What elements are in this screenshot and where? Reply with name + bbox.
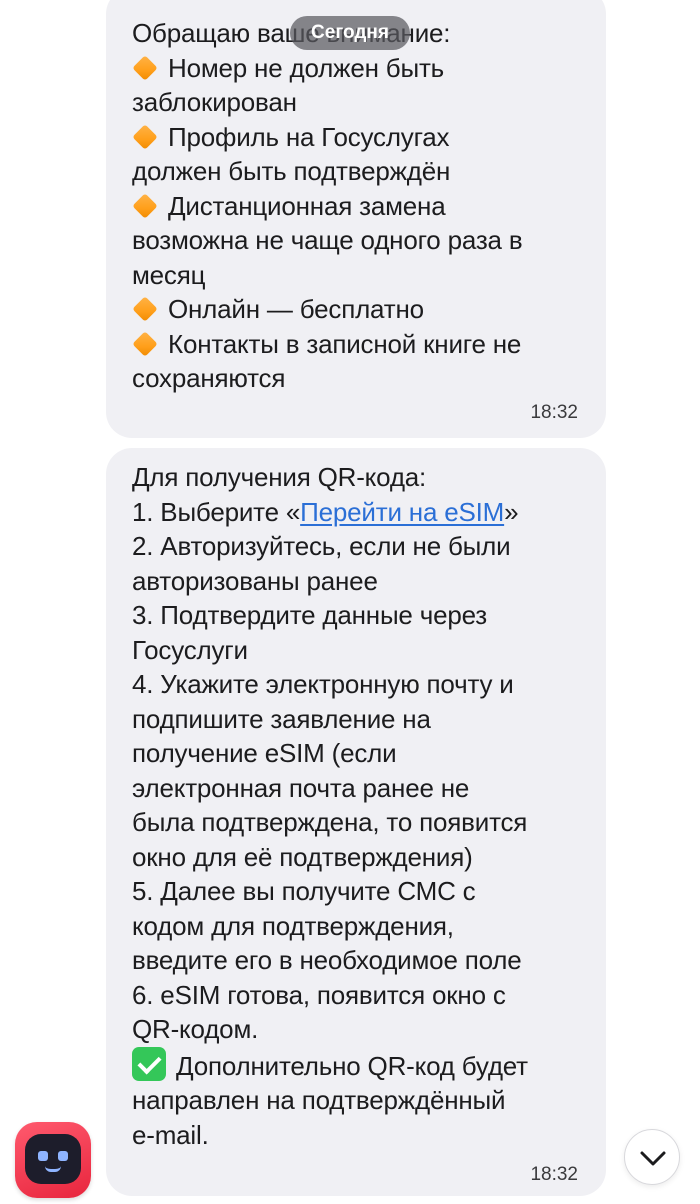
message-1-line-text: месяц xyxy=(132,259,206,290)
message-2-line: 5. Далее вы получите СМС с xyxy=(132,876,476,906)
message-2-intro: Для получения QR-кода: xyxy=(132,462,427,492)
message-1-line: должен быть подтверждён xyxy=(132,154,578,189)
message-2-step-1: 1. Выберите «Перейти на eSIM» xyxy=(132,495,578,530)
scroll-down-button[interactable] xyxy=(624,1129,680,1185)
green-check-icon xyxy=(132,1046,166,1081)
message-1-line: месяц xyxy=(132,258,578,293)
step-1-prefix: 1. Выберите « xyxy=(132,496,301,527)
message-2-steps: 2. Авторизуйтесь, если не были авторизова… xyxy=(132,529,578,1047)
go-to-esim-link[interactable]: Перейти на eSIM xyxy=(300,497,504,527)
message-2-line: 3. Подтвердите данные через xyxy=(132,600,487,630)
message-2-line: 4. Укажите электронную почту и xyxy=(132,669,514,699)
message-1-time: 18:32 xyxy=(530,402,578,423)
message-1-line-text: заблокирован xyxy=(132,87,297,117)
message-2-line: окно для её подтверждения) xyxy=(132,841,473,872)
message-2-time: 18:32 xyxy=(530,1164,578,1185)
chevron-down-icon xyxy=(640,1151,666,1166)
orange-diamond-icon xyxy=(132,296,158,322)
date-separator: Сегодня xyxy=(290,16,410,50)
orange-diamond-icon xyxy=(132,55,158,81)
orange-diamond-icon xyxy=(132,124,158,150)
message-2-line: получение eSIM (если xyxy=(132,738,397,768)
message-1-line-text: Контакты в записной книге не xyxy=(168,328,522,359)
message-bubble-1[interactable]: Обращаю ваше внимание:Номер не должен бы… xyxy=(106,0,606,438)
step-1-suffix: » xyxy=(504,496,519,527)
message-2-note-line-2: направлен на подтверждённый xyxy=(132,1085,506,1115)
message-2-line: кодом для подтверждения, xyxy=(132,910,454,941)
robot-avatar-icon[interactable] xyxy=(15,1122,91,1198)
message-1-line: Номер не должен быть xyxy=(132,51,578,86)
message-1-line-text: Дистанционная замена xyxy=(168,190,446,221)
message-1-line-text: должен быть подтверждён xyxy=(132,156,451,186)
message-1-line: возможна не чаще одного раза в xyxy=(132,223,578,258)
message-2-line: авторизованы ранее xyxy=(132,565,378,596)
message-1-line: Профиль на Госуслугах xyxy=(132,120,578,155)
message-2-note: Дополнительно QR-код будет xyxy=(132,1046,578,1084)
message-2-line: была подтверждена, то появится xyxy=(132,807,528,837)
robot-face xyxy=(25,1134,81,1184)
message-bubble-2[interactable]: Для получения QR-кода: 1. Выберите «Пере… xyxy=(106,448,606,1196)
message-1-line-text: Онлайн — бесплатно xyxy=(168,294,424,324)
message-2-line: введите его в необходимое поле xyxy=(132,945,522,975)
message-2-note-line-3: e-mail. xyxy=(132,1119,209,1150)
robot-eye-left xyxy=(38,1151,48,1161)
message-2-line: подпишите заявление на xyxy=(132,703,431,734)
message-2-line: электронная почта ранее не xyxy=(132,772,470,803)
message-2-line: QR-кодом. xyxy=(132,1014,259,1044)
message-1-line-text: Профиль на Госуслугах xyxy=(168,121,450,152)
message-1-line-text: сохраняются xyxy=(132,363,286,393)
message-1-body: Обращаю ваше внимание:Номер не должен бы… xyxy=(132,16,578,396)
message-1-line: Онлайн — бесплатно xyxy=(132,292,578,327)
robot-eye-right xyxy=(58,1151,68,1161)
orange-diamond-icon xyxy=(132,193,158,219)
message-2-line: 6. eSIM готова, появится окно с xyxy=(132,979,506,1010)
message-2-line: Госуслуги xyxy=(132,634,248,665)
robot-mouth xyxy=(45,1166,61,1172)
message-1-line-text: Номер не должен быть xyxy=(168,52,444,83)
message-1-line: сохраняются xyxy=(132,361,578,396)
message-1-line: заблокирован xyxy=(132,85,578,120)
message-1-line: Контакты в записной книге не xyxy=(132,327,578,362)
note-text-1: Дополнительно QR-код будет xyxy=(176,1050,528,1081)
orange-diamond-icon xyxy=(132,331,158,357)
message-1-line-text: возможна не чаще одного раза в xyxy=(132,225,523,255)
message-2-line: 2. Авторизуйтесь, если не были xyxy=(132,531,511,561)
message-1-line: Дистанционная замена xyxy=(132,189,578,224)
